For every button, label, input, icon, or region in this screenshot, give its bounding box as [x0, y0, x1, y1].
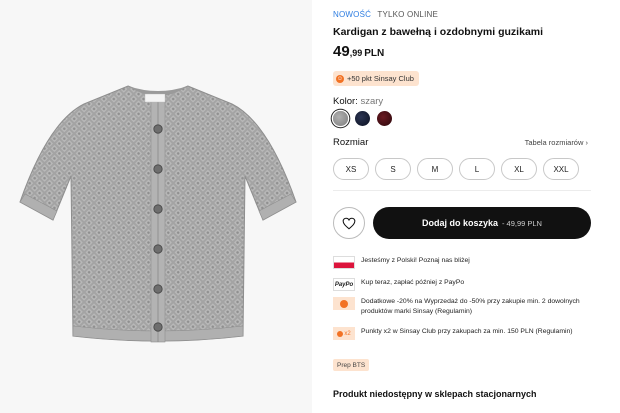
product-badges: NOWOŚĆ TYLKO ONLINE	[333, 10, 438, 19]
size-option-xl[interactable]: XL	[501, 158, 537, 180]
feature-text: Kup teraz, zapłać później z PayPo	[361, 279, 465, 286]
color-label: Kolor: szary	[333, 96, 384, 107]
badge-new: NOWOŚĆ	[333, 10, 372, 19]
size-label: Rozmiar	[333, 137, 369, 148]
product-title: Kardigan z bawełną i ozdobnymi guzikami	[333, 26, 544, 38]
price-decimal: ,99	[349, 48, 363, 58]
size-options: XS S M L XL XXL	[333, 158, 579, 180]
feature-item-points: x2 Punkty x2 w Sinsay Club przy zakupach…	[333, 327, 573, 340]
paypo-icon: PayPo	[333, 278, 355, 291]
product-image[interactable]	[0, 0, 312, 413]
cardigan-image	[19, 85, 297, 343]
sinsay-club-icon: ☺	[336, 74, 344, 83]
sale-icon	[333, 297, 355, 310]
badge-online-only: TYLKO ONLINE	[377, 10, 439, 19]
size-option-s[interactable]: S	[375, 158, 411, 180]
club-points-badge: ☺ +50 pkt Sinsay Club	[333, 71, 419, 86]
club-points-text: +50 pkt Sinsay Club	[347, 74, 414, 83]
color-swatch-navy[interactable]	[355, 111, 370, 126]
color-value: szary	[360, 96, 384, 107]
feature-text[interactable]: Jesteśmy z Polski! Poznaj nas bliżej	[361, 256, 470, 266]
add-to-cart-label: Dodaj do koszyka	[422, 218, 499, 228]
add-to-wishlist-button[interactable]	[333, 207, 365, 239]
feature-item-sale: Dodatkowe -20% na Wyprzedaż do -50% przy…	[333, 297, 591, 317]
product-info-panel: NOWOŚĆ TYLKO ONLINE Kardigan z bawełną i…	[333, 0, 620, 413]
stock-availability: Produkt niedostępny w sklepach stacjonar…	[333, 389, 537, 399]
feature-text[interactable]: Dodatkowe -20% na Wyprzedaż do -50% przy…	[361, 297, 591, 317]
add-to-cart-price: 49,99 PLN	[506, 218, 542, 228]
feature-text[interactable]: Punkty x2 w Sinsay Club przy zakupach za…	[361, 327, 573, 337]
tag-badge[interactable]: Prep BTS	[333, 359, 370, 371]
size-option-xs[interactable]: XS	[333, 158, 369, 180]
color-swatch-burgundy[interactable]	[377, 111, 392, 126]
add-to-cart-button[interactable]: Dodaj do koszyka - 49,99 PLN	[373, 207, 591, 239]
size-option-m[interactable]: M	[417, 158, 453, 180]
price-currency: PLN	[364, 48, 385, 59]
feature-item-paypo: PayPo Kup teraz, zapłać później z PayPo	[333, 278, 464, 291]
heart-icon	[342, 217, 356, 229]
poland-flag-icon	[333, 256, 355, 269]
price-integer: 49	[333, 43, 350, 60]
size-option-xxl[interactable]: XXL	[543, 158, 579, 180]
product-price: 49,99 PLN	[333, 43, 384, 61]
color-swatch-grey[interactable]	[333, 111, 348, 126]
feature-item-poland: Jesteśmy z Polski! Poznaj nas bliżej	[333, 256, 470, 269]
divider	[333, 190, 591, 191]
chevron-right-icon: ›	[585, 138, 589, 147]
size-option-l[interactable]: L	[459, 158, 495, 180]
color-swatches	[333, 111, 392, 126]
size-guide-link[interactable]: Tabela rozmiarów ›	[525, 138, 588, 147]
points-x2-icon: x2	[333, 327, 355, 340]
